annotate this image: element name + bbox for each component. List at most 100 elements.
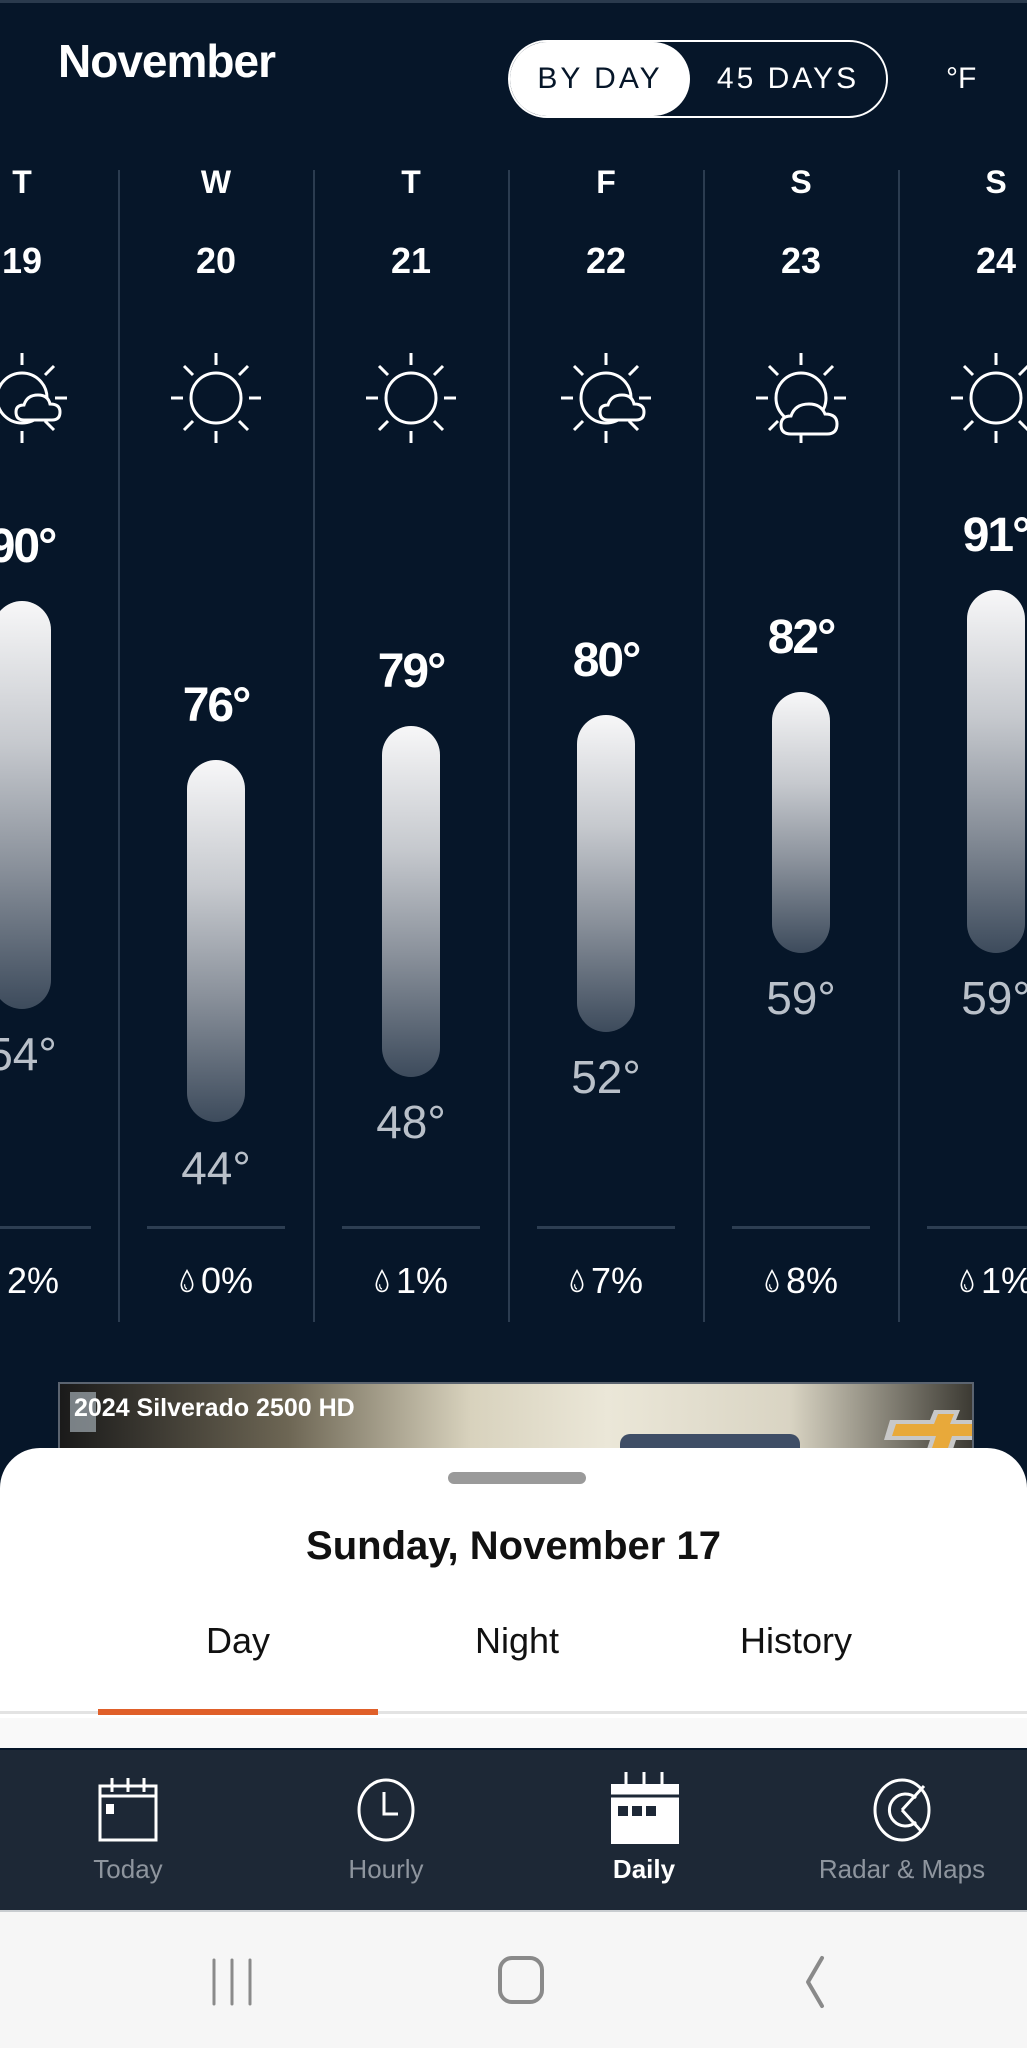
selected-date-title: Sunday, November 17: [306, 1524, 721, 1568]
sunny-icon: [361, 348, 461, 448]
day-of-week: S: [790, 164, 812, 200]
sunny-icon: [946, 348, 1027, 448]
bottom-navigation: Today Hourly Daily Radar & Maps: [0, 1750, 1027, 1910]
45-days-option[interactable]: 45 DAYS: [690, 42, 886, 116]
day-column[interactable]: S 24 91° 59° 1%: [899, 160, 1027, 1320]
temperature-range-bar: [772, 691, 830, 953]
system-navigation-bar: [0, 1910, 1027, 2048]
ad-text: 2024 Silverado 2500 HD: [74, 1394, 355, 1422]
day-date: 24: [975, 240, 1017, 281]
day-night-tabs: Day Night History: [0, 1620, 1027, 1680]
raindrop-icon: [959, 1268, 975, 1294]
temperature-range-bar: [382, 725, 440, 1078]
day-column[interactable]: F 22 80° 52° 7%: [509, 160, 704, 1320]
temperature-range-bar: [187, 759, 245, 1123]
tab-night[interactable]: Night: [377, 1620, 657, 1662]
nav-today-label: Today: [93, 1854, 163, 1884]
raindrop-icon: [764, 1268, 780, 1294]
high-temperature: 79°: [377, 644, 447, 698]
day-column[interactable]: T 19 90° 54° 2%: [0, 160, 120, 1320]
status-bar-edge: [0, 0, 1027, 3]
temperature-range-bar: [967, 590, 1025, 953]
day-detail-sheet: Sunday, November 17 Day Night History: [0, 1448, 1027, 1748]
day-date: 20: [195, 240, 237, 281]
nav-radar-label: Radar & Maps: [818, 1854, 986, 1884]
high-temperature: 76°: [182, 678, 252, 732]
precip-separator: [537, 1226, 675, 1229]
day-column[interactable]: S 23 82° 59° 8%: [704, 160, 899, 1320]
day-of-week: T: [401, 164, 421, 200]
home-icon[interactable]: [480, 1952, 560, 2012]
partly-sunny-icon: [0, 348, 72, 448]
precip-separator: [342, 1226, 480, 1229]
day-date: 21: [390, 240, 432, 281]
sheet-drag-handle[interactable]: [448, 1472, 586, 1484]
mostly-cloudy-icon: [751, 348, 851, 448]
precip-value: 1%: [395, 1260, 449, 1301]
high-temperature: 80°: [572, 633, 642, 687]
recent-apps-icon[interactable]: [192, 1952, 272, 2012]
high-temperature: 91°: [962, 509, 1027, 562]
precipitation-chance: 8%: [704, 1260, 899, 1302]
low-temperature: 54°: [0, 1028, 57, 1081]
precip-value: 8%: [785, 1260, 839, 1301]
precip-separator: [0, 1226, 91, 1229]
calendar-daily-icon: [611, 1772, 679, 1844]
raindrop-icon: [374, 1268, 390, 1294]
precipitation-chance: 2%: [0, 1260, 120, 1302]
precip-separator: [147, 1226, 285, 1229]
day-column[interactable]: T 21 79° 48° 1%: [314, 160, 509, 1320]
day-date: 22: [585, 240, 627, 281]
precip-value: 7%: [590, 1260, 644, 1301]
by-day-option[interactable]: BY DAY: [510, 42, 690, 116]
tab-history[interactable]: History: [656, 1620, 936, 1662]
view-toggle[interactable]: BY DAY 45 DAYS: [508, 40, 888, 118]
temperature-range-bar: [0, 601, 51, 1010]
temperature-unit-button[interactable]: °F: [946, 62, 976, 96]
calendar-today-icon: [98, 1778, 158, 1842]
sheet-content-edge: [0, 1718, 1027, 1748]
low-temperature: 44°: [181, 1141, 251, 1194]
day-of-week: T: [12, 164, 32, 200]
day-date: 19: [1, 240, 43, 281]
raindrop-icon: [569, 1268, 585, 1294]
precipitation-chance: 7%: [509, 1260, 704, 1302]
tab-day[interactable]: Day: [98, 1620, 378, 1662]
nav-today[interactable]: Today: [0, 1750, 256, 1910]
temperature-range-bar: [577, 714, 635, 1032]
day-date: 23: [780, 240, 822, 281]
daily-forecast-strip[interactable]: T 19 90° 54° 2% W 20 76° 44° 0% T 21 79° 48° 1% F 22 80° 5…: [0, 160, 1027, 1322]
high-temperature: 90°: [0, 520, 57, 574]
low-temperature: 59°: [766, 971, 836, 1024]
day-of-week: F: [596, 164, 616, 200]
back-icon[interactable]: [772, 1952, 852, 2012]
precip-value: 1%: [980, 1260, 1027, 1301]
low-temperature: 48°: [376, 1096, 446, 1149]
nav-hourly-label: Hourly: [348, 1854, 424, 1884]
active-tab-indicator: [98, 1709, 378, 1715]
precipitation-chance: 0%: [119, 1260, 314, 1302]
month-title: November: [58, 35, 276, 87]
precip-value: 0%: [200, 1260, 254, 1301]
high-temperature: 82°: [767, 610, 837, 664]
raindrop-icon: [179, 1268, 195, 1294]
precip-value: 2%: [6, 1260, 60, 1301]
precip-separator: [732, 1226, 870, 1229]
day-column[interactable]: W 20 76° 44° 0%: [119, 160, 314, 1320]
raindrop-icon: [0, 1268, 1, 1294]
nav-daily-label: Daily: [612, 1854, 676, 1884]
precipitation-chance: 1%: [899, 1260, 1027, 1302]
nav-radar-maps[interactable]: Radar & Maps: [774, 1750, 1027, 1910]
day-of-week: W: [200, 164, 232, 200]
radar-icon: [873, 1778, 931, 1842]
precip-separator: [927, 1226, 1027, 1229]
sunny-icon: [166, 348, 266, 448]
precipitation-chance: 1%: [314, 1260, 509, 1302]
low-temperature: 52°: [571, 1050, 641, 1103]
clock-icon: [357, 1778, 415, 1842]
nav-hourly[interactable]: Hourly: [258, 1750, 514, 1910]
nav-daily[interactable]: Daily: [516, 1750, 772, 1910]
low-temperature: 59°: [961, 971, 1027, 1024]
partly-sunny-icon: [556, 348, 656, 448]
day-of-week: S: [985, 164, 1007, 200]
